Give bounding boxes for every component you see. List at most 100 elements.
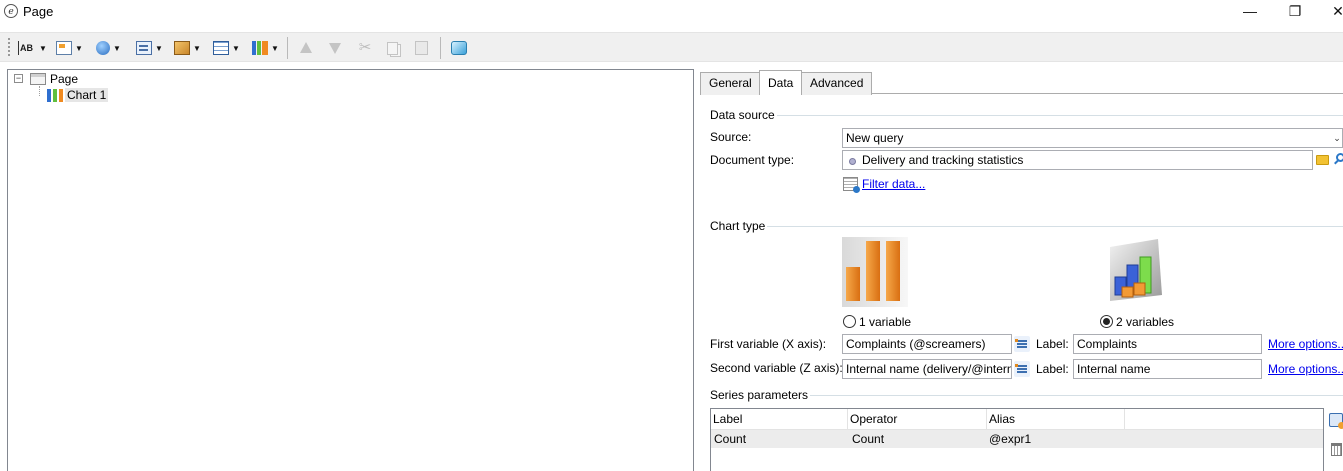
chevron-down-icon: ▼: [75, 43, 83, 53]
globe-icon: [96, 41, 110, 55]
tab-advanced[interactable]: Advanced: [801, 72, 873, 95]
close-button[interactable]: ✕: [1328, 2, 1343, 20]
tree-item-label: Page: [50, 72, 79, 86]
chart-dropdown-button[interactable]: ▼: [252, 38, 279, 58]
filter-data-link[interactable]: Filter data...: [862, 177, 925, 191]
delete-icon[interactable]: [1331, 443, 1342, 456]
structure-tree[interactable]: − Page Chart 1: [7, 69, 694, 471]
first-label-caption: Label:: [1036, 337, 1069, 351]
table-row[interactable]: Count Count @expr1: [711, 430, 1323, 448]
tab-general[interactable]: General: [700, 72, 761, 95]
add-series-icon[interactable]: [1329, 413, 1343, 429]
first-variable-field[interactable]: Complaints (@screamers): [842, 334, 1012, 354]
chart-icon: [252, 41, 268, 55]
toolbar: AB ▼ ▼ ▼ ▼ ▼ ▼ ▼ ✂: [0, 32, 1343, 62]
chevron-down-icon: ⌄: [1333, 133, 1341, 143]
cube-dropdown-button[interactable]: ▼: [174, 38, 201, 58]
column-header-alias[interactable]: Alias: [987, 409, 1015, 429]
section-divider: [710, 226, 1343, 227]
one-variable-radio[interactable]: [843, 315, 856, 328]
row-label-cell: Count: [714, 432, 747, 446]
row-operator-cell: Count: [852, 432, 885, 446]
cut-button[interactable]: ✂: [357, 38, 373, 58]
restore-button[interactable]: ❐: [1285, 2, 1305, 20]
insert-element-icon: [56, 41, 72, 55]
filter-icon: [843, 177, 860, 193]
form-dropdown-button[interactable]: ▼: [136, 38, 163, 58]
schema-icon: [849, 158, 856, 165]
page-icon: [30, 73, 46, 85]
series-parameters-heading: Series parameters: [710, 388, 811, 402]
text-field-dropdown-button[interactable]: AB ▼: [18, 38, 47, 58]
second-label-field[interactable]: Internal name: [1073, 359, 1262, 379]
chevron-down-icon: ▼: [113, 43, 121, 53]
tree-item-label: Chart 1: [65, 88, 109, 102]
toolbar-separator: [440, 37, 441, 59]
document-type-field[interactable]: Delivery and tracking statistics: [842, 150, 1313, 170]
source-value: New query: [846, 131, 904, 145]
data-source-heading: Data source: [710, 108, 777, 122]
column-header-label[interactable]: Label: [711, 409, 742, 429]
move-down-icon: [328, 41, 342, 55]
second-label-caption: Label:: [1036, 362, 1069, 376]
second-variable-label: Second variable (Z axis):: [710, 361, 843, 375]
expression-editor-icon[interactable]: [1014, 336, 1030, 352]
second-label-value: Internal name: [1077, 362, 1151, 376]
tab-strip: General Data Advanced: [700, 70, 1343, 95]
app-icon: ℯ: [4, 4, 18, 18]
tree-item-chart[interactable]: Chart 1: [47, 87, 109, 103]
first-variable-value: Complaints (@screamers): [846, 337, 986, 351]
two-variables-label: 2 variables: [1116, 315, 1175, 329]
toolbar-separator: [287, 37, 288, 59]
paste-icon: [415, 41, 428, 55]
document-type-label: Document type:: [710, 153, 795, 167]
chevron-down-icon: ▼: [232, 43, 240, 53]
grid-header: Label Operator Alias: [711, 409, 1323, 430]
minimize-button[interactable]: —: [1240, 2, 1260, 20]
paste-button[interactable]: [415, 38, 428, 58]
magnify-icon[interactable]: [1336, 153, 1343, 162]
two-variables-radio[interactable]: [1100, 315, 1113, 328]
move-down-button[interactable]: [328, 38, 342, 58]
single-variable-chart-icon[interactable]: [842, 237, 908, 307]
second-more-options-link[interactable]: More options...: [1268, 362, 1343, 376]
source-label: Source:: [710, 130, 752, 144]
window-title: Page: [23, 4, 54, 19]
chevron-down-icon: ▼: [155, 43, 163, 53]
tree-connector: [39, 86, 40, 96]
collapse-toggle[interactable]: −: [14, 74, 23, 83]
second-variable-value: Internal name (delivery/@internalName): [846, 362, 1011, 376]
two-variable-chart-icon[interactable]: [1100, 237, 1166, 307]
cube-icon: [174, 41, 190, 55]
first-label-field[interactable]: Complaints: [1073, 334, 1262, 354]
document-type-value: Delivery and tracking statistics: [862, 153, 1024, 167]
tab-data[interactable]: Data: [759, 70, 803, 95]
first-variable-label: First variable (X axis):: [710, 337, 827, 351]
refresh-button[interactable]: [451, 38, 467, 58]
table-icon: [213, 41, 229, 55]
second-variable-field[interactable]: Internal name (delivery/@internalName): [842, 359, 1012, 379]
section-divider: [710, 115, 1343, 116]
copy-button[interactable]: [387, 38, 398, 58]
source-dropdown[interactable]: New query ⌄: [842, 128, 1343, 148]
folder-icon[interactable]: [1316, 155, 1329, 165]
expression-editor-icon[interactable]: [1014, 361, 1030, 377]
properties-panel: General Data Advanced Data source Source…: [700, 69, 1343, 471]
insert-element-dropdown-button[interactable]: ▼: [56, 38, 83, 58]
chevron-down-icon: ▼: [39, 43, 47, 53]
globe-dropdown-button[interactable]: ▼: [96, 38, 121, 58]
table-dropdown-button[interactable]: ▼: [213, 38, 240, 58]
series-grid[interactable]: Label Operator Alias Count Count @expr1: [710, 408, 1324, 471]
column-header-operator[interactable]: Operator: [848, 409, 897, 429]
tree-item-page[interactable]: Page: [30, 71, 80, 87]
text-field-icon: AB: [18, 41, 36, 55]
one-variable-label: 1 variable: [859, 315, 912, 329]
first-more-options-link[interactable]: More options...: [1268, 337, 1343, 351]
chevron-down-icon: ▼: [193, 43, 201, 53]
first-label-value: Complaints: [1077, 337, 1138, 351]
chart-icon: [47, 88, 63, 102]
title-bar: ℯ Page — ❐ ✕: [0, 0, 1343, 24]
toolbar-grip[interactable]: [8, 38, 11, 56]
column-divider[interactable]: [1124, 409, 1125, 430]
move-up-button[interactable]: [299, 38, 313, 58]
